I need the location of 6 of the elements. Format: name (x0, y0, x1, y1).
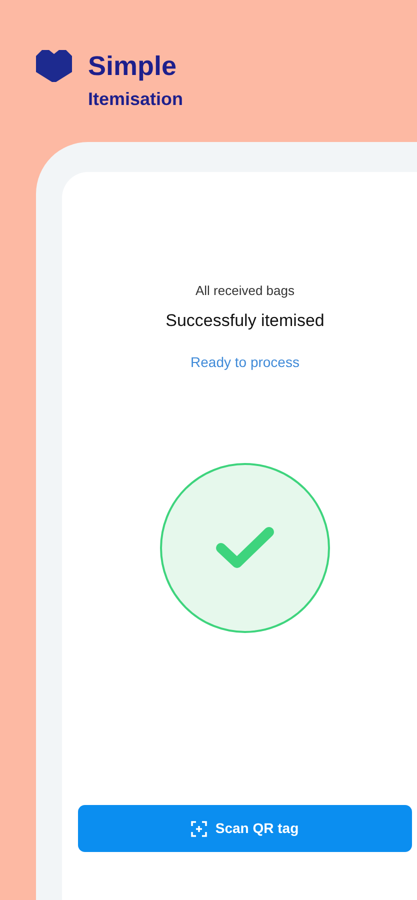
app-subtitle: Itemisation (88, 90, 184, 108)
ready-link[interactable]: Ready to process (190, 355, 300, 369)
status-caption: All received bags (196, 284, 294, 297)
scan-qr-button[interactable]: Scan QR tag (78, 805, 412, 852)
status-title: Successfuly itemised (166, 312, 324, 329)
app-name: Simple (88, 52, 177, 80)
